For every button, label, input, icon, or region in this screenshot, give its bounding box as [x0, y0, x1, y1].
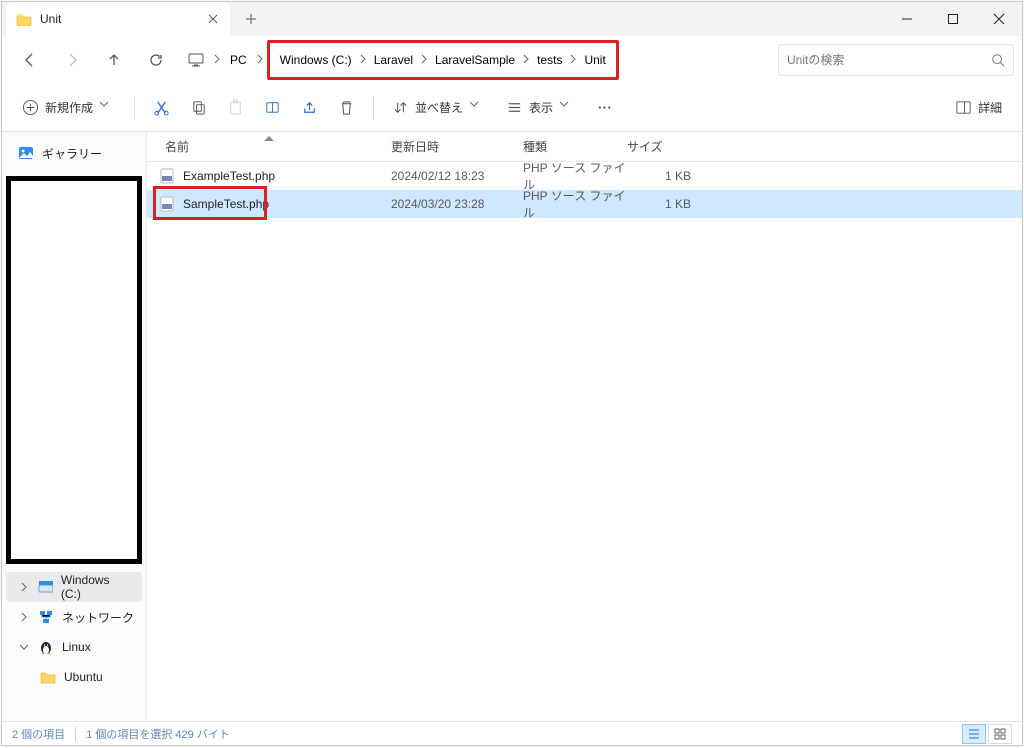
sidebar-placeholder [6, 176, 142, 564]
chevron-right-icon [568, 51, 578, 69]
chevron-right-icon [212, 51, 222, 69]
chevron-right-icon [521, 51, 531, 69]
file-row[interactable]: ExampleTest.php 2024/02/12 18:23 PHP ソース… [147, 162, 1022, 190]
titlebar: Unit [2, 2, 1022, 36]
delete-button[interactable] [332, 92, 361, 124]
breadcrumb[interactable]: PC Windows (C:) Laravel LaravelSample te… [178, 43, 768, 77]
search-input[interactable] [787, 53, 991, 67]
folder-icon [16, 12, 32, 26]
search-icon [991, 53, 1005, 67]
breadcrumb-item[interactable]: LaravelSample [429, 45, 521, 75]
view-details-button[interactable] [962, 724, 986, 744]
chevron-right-icon [255, 51, 265, 69]
file-name: ExampleTest.php [183, 169, 275, 183]
status-count: 2 個の項目 [12, 726, 65, 742]
breadcrumb-item[interactable]: tests [531, 45, 568, 75]
body: ギャラリー Windows (C:) ネットワーク Linux Ubuntu [2, 132, 1022, 721]
file-list-area: 名前 更新日時 種類 サイズ ExampleTest.php 2024/02/1… [147, 132, 1022, 721]
sidebar: ギャラリー Windows (C:) ネットワーク Linux Ubuntu [2, 132, 147, 721]
file-size: 1 KB [627, 169, 697, 183]
cut-button[interactable] [147, 92, 176, 124]
file-date: 2024/03/20 23:28 [391, 197, 523, 211]
network-icon [38, 610, 54, 624]
view-button[interactable]: 表示 [500, 92, 582, 124]
file-type: PHP ソース ファイル [523, 187, 627, 221]
explorer-window: Unit PC Windows (C:) [1, 1, 1023, 746]
sidebar-gallery[interactable]: ギャラリー [2, 138, 146, 168]
breadcrumb-item[interactable]: Windows (C:) [274, 45, 358, 75]
chevron-down-icon [559, 99, 576, 116]
sidebar-linux[interactable]: Linux [2, 632, 146, 662]
chevron-down-icon[interactable] [18, 642, 30, 652]
chevron-right-icon [419, 51, 429, 69]
column-size[interactable]: サイズ [627, 138, 697, 155]
window-controls [884, 2, 1022, 36]
separator [134, 96, 135, 120]
column-type[interactable]: 種類 [523, 138, 627, 155]
sidebar-ubuntu[interactable]: Ubuntu [2, 662, 146, 692]
paste-button[interactable] [221, 92, 250, 124]
php-file-icon [159, 168, 175, 184]
chevron-right-icon [358, 51, 368, 69]
copy-button[interactable] [184, 92, 213, 124]
annotation-highlight: Windows (C:) Laravel LaravelSample tests… [267, 40, 619, 80]
drive-icon [38, 580, 53, 594]
breadcrumb-pc[interactable]: PC [224, 45, 253, 75]
linux-icon [38, 639, 54, 655]
rename-button[interactable] [258, 92, 287, 124]
share-button[interactable] [295, 92, 324, 124]
tab-close-button[interactable] [206, 12, 220, 26]
tab-title: Unit [40, 12, 198, 26]
sidebar-windows-c[interactable]: Windows (C:) [6, 572, 142, 602]
maximize-button[interactable] [930, 2, 976, 36]
chevron-right-icon[interactable] [18, 612, 30, 622]
breadcrumb-item[interactable]: Laravel [368, 45, 419, 75]
details-pane-button[interactable]: 詳細 [949, 92, 1008, 124]
forward-button[interactable] [52, 43, 92, 77]
chevron-down-icon [99, 99, 116, 116]
up-button[interactable] [94, 43, 134, 77]
refresh-button[interactable] [136, 43, 176, 77]
sidebar-network[interactable]: ネットワーク [2, 602, 146, 632]
toolbar: 新規作成 並べ替え 表示 詳細 [2, 84, 1022, 132]
column-headers: 名前 更新日時 種類 サイズ [147, 132, 1022, 162]
breadcrumb-item[interactable]: Unit [578, 45, 611, 75]
annotation-highlight [153, 186, 267, 220]
minimize-button[interactable] [884, 2, 930, 36]
file-date: 2024/02/12 18:23 [391, 169, 523, 183]
file-row[interactable]: SampleTest.php 2024/03/20 23:28 PHP ソース … [147, 190, 1022, 218]
close-button[interactable] [976, 2, 1022, 36]
file-size: 1 KB [627, 197, 697, 211]
column-name[interactable]: 名前 [147, 138, 391, 155]
sort-button[interactable]: 並べ替え [386, 92, 492, 124]
breadcrumb-pc-icon[interactable] [182, 45, 210, 75]
view-icons-button[interactable] [988, 724, 1012, 744]
gallery-icon [18, 145, 34, 161]
new-button[interactable]: 新規作成 [16, 92, 122, 124]
column-date[interactable]: 更新日時 [391, 138, 523, 155]
chevron-down-icon [469, 99, 486, 116]
separator [75, 727, 76, 741]
tab-current[interactable]: Unit [6, 2, 230, 36]
new-tab-button[interactable] [236, 4, 266, 34]
chevron-right-icon[interactable] [18, 582, 30, 592]
status-selection: 1 個の項目を選択 429 バイト [86, 726, 230, 742]
search-box[interactable] [778, 44, 1014, 76]
navbar: PC Windows (C:) Laravel LaravelSample te… [2, 36, 1022, 84]
folder-icon [40, 670, 56, 684]
separator [373, 96, 374, 120]
back-button[interactable] [10, 43, 50, 77]
status-bar: 2 個の項目 1 個の項目を選択 429 バイト [2, 721, 1022, 745]
more-button[interactable] [590, 92, 619, 124]
